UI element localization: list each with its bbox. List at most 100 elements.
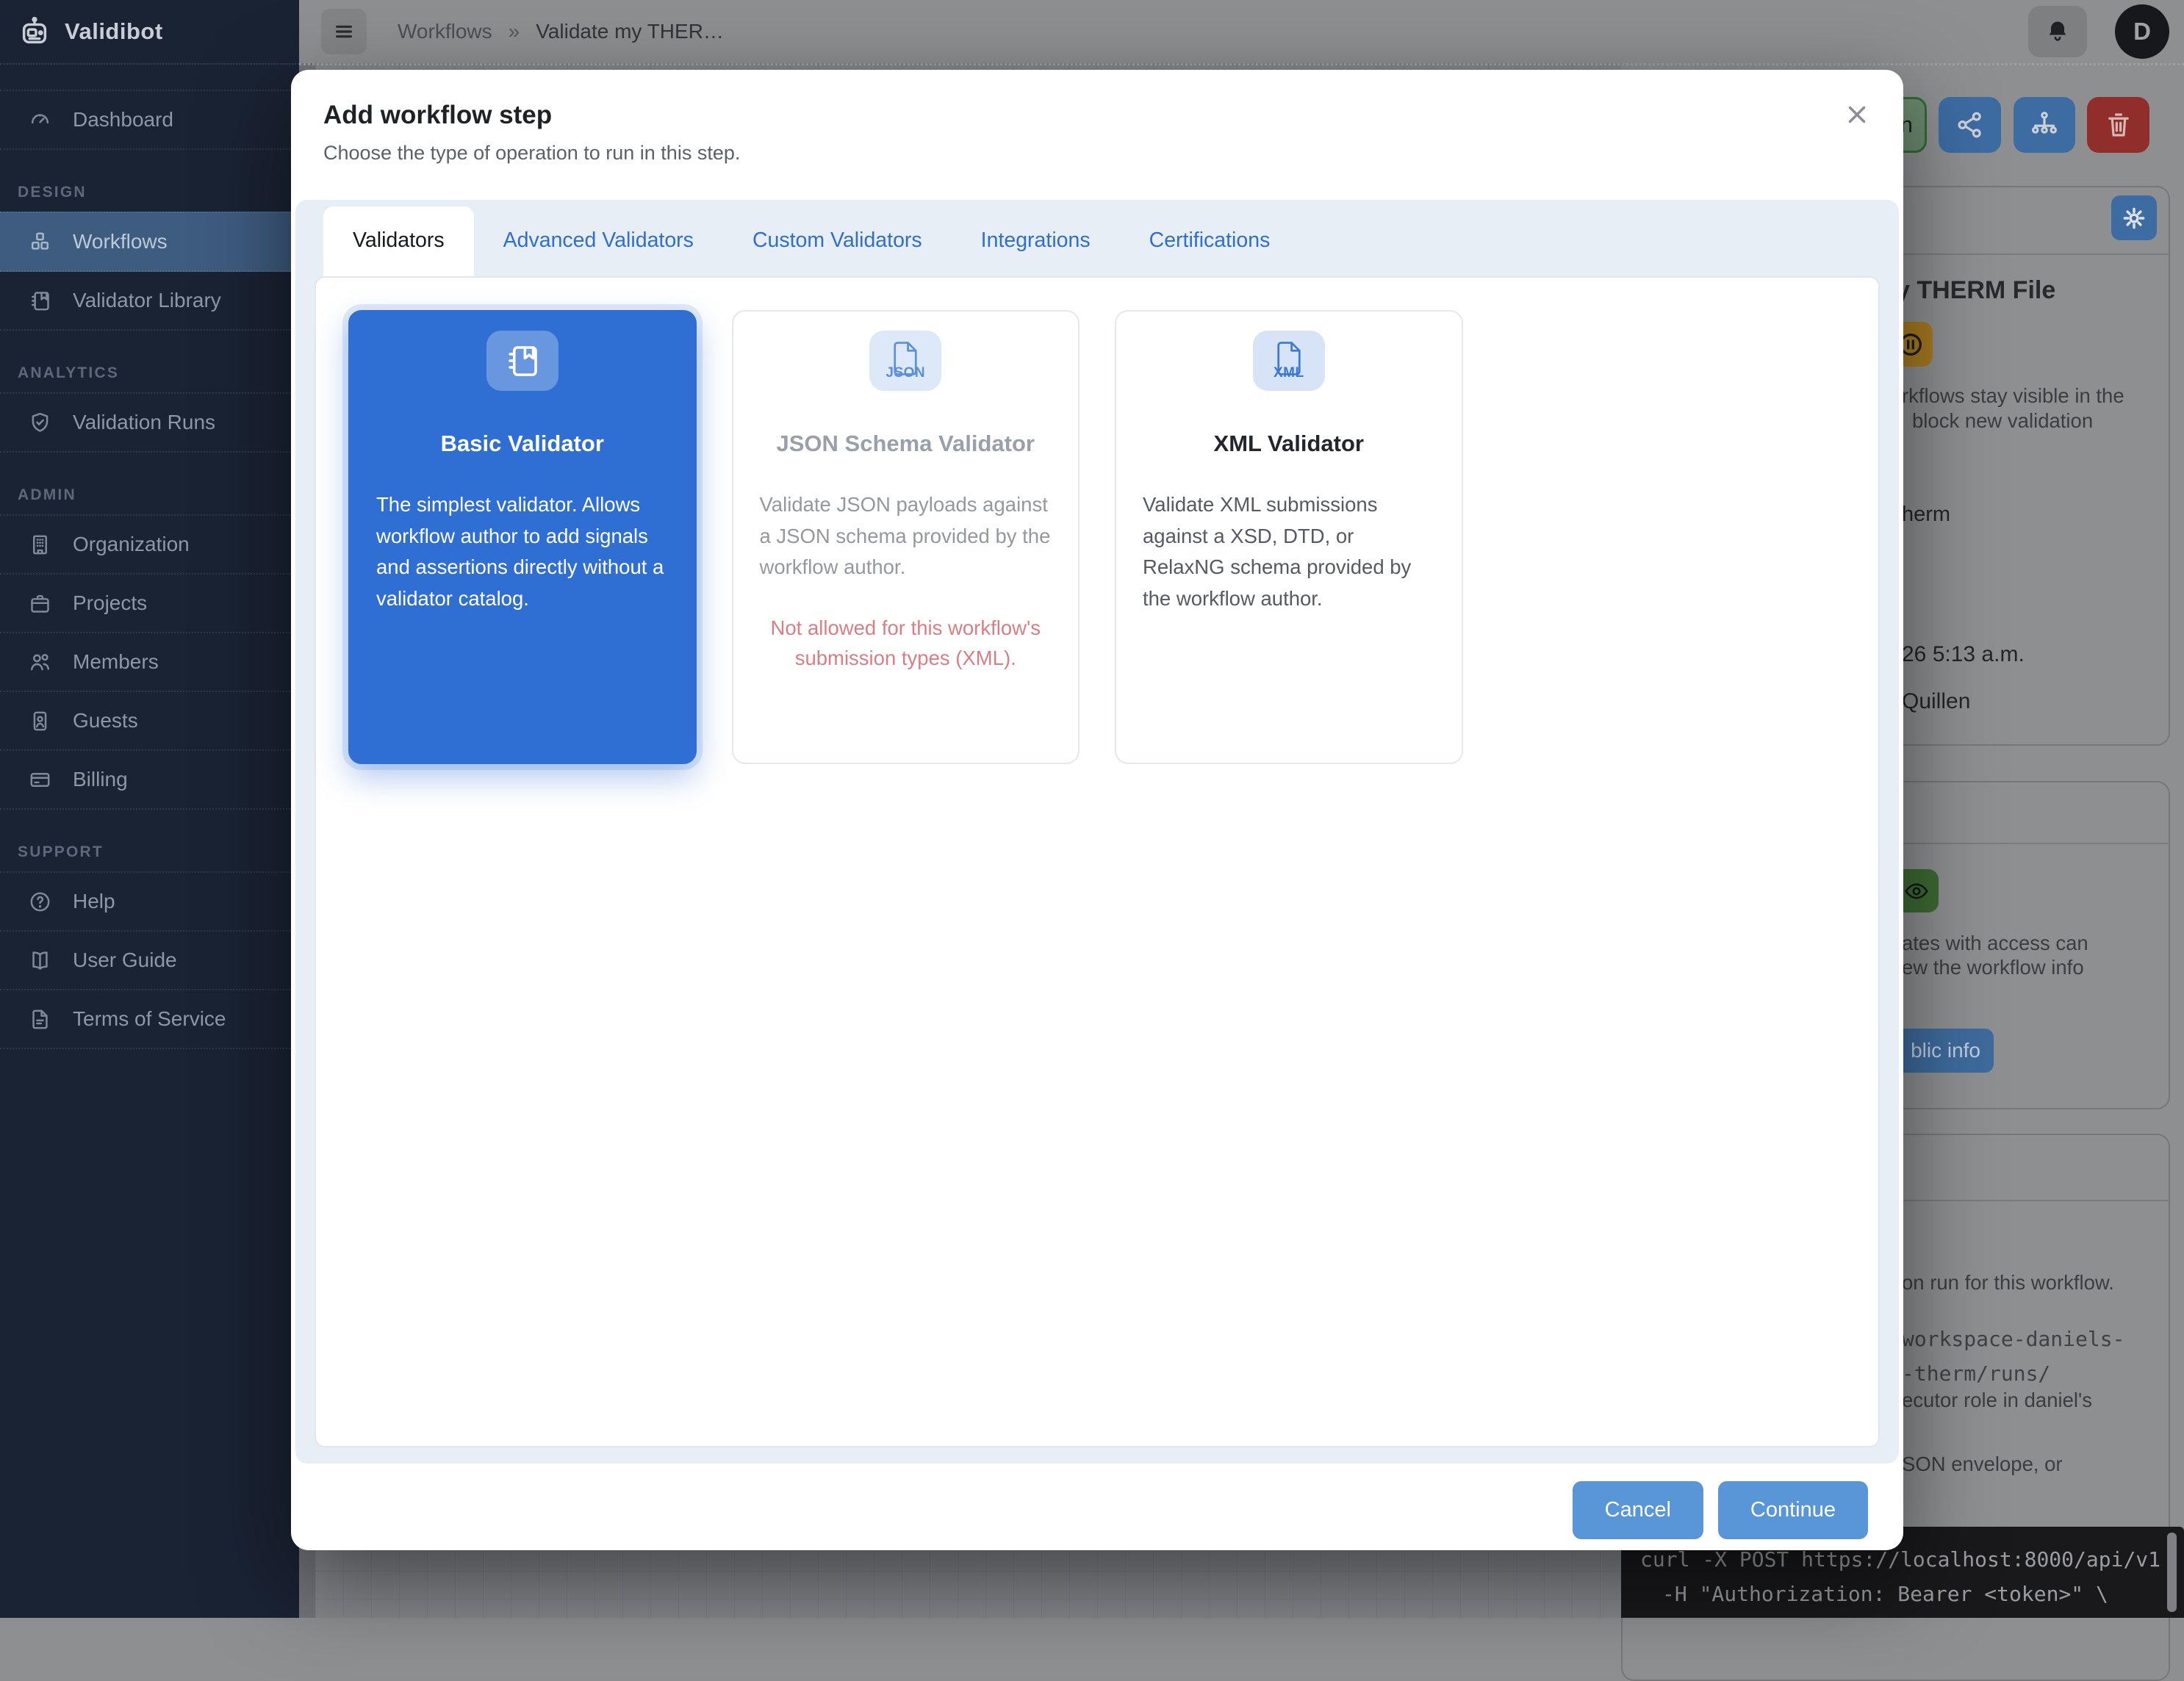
code-scrollbar[interactable] bbox=[2167, 1533, 2177, 1612]
sidebar-item-label: Validation Runs bbox=[73, 411, 215, 434]
breadcrumb-workflows[interactable]: Workflows bbox=[398, 20, 492, 43]
sidebar: Validibot Dashboard DESIGN Workflows Val… bbox=[0, 0, 299, 1618]
close-button[interactable] bbox=[1840, 98, 1874, 132]
sidebar-item-label: Help bbox=[73, 890, 115, 913]
workflow-updated-fragment: 26 5:13 a.m. bbox=[1902, 642, 2025, 667]
api-role-fragment: ecutor role in daniel's bbox=[1902, 1389, 2092, 1412]
hamburger-icon bbox=[332, 20, 356, 43]
share-nodes-icon bbox=[1955, 109, 1986, 140]
visibility-note-line2: block new validation bbox=[1912, 409, 2093, 433]
gear-icon bbox=[2120, 204, 2148, 232]
notifications-button[interactable] bbox=[2028, 6, 2087, 57]
xml-validator-tile: XML bbox=[1253, 331, 1325, 391]
xml-file-label: XML bbox=[1274, 365, 1304, 381]
tab-certifications[interactable]: Certifications bbox=[1120, 206, 1300, 276]
sidebar-item-organization[interactable]: Organization bbox=[0, 514, 299, 575]
users-icon bbox=[28, 650, 52, 674]
brand-name: Validibot bbox=[65, 18, 163, 45]
building-icon bbox=[28, 533, 52, 557]
sidebar-item-user-guide[interactable]: User Guide bbox=[0, 932, 299, 990]
sidebar-item-members[interactable]: Members bbox=[0, 633, 299, 692]
cubes-icon bbox=[28, 230, 52, 254]
sidebar-item-dashboard[interactable]: Dashboard bbox=[0, 90, 299, 150]
steps-button[interactable] bbox=[2014, 97, 2075, 153]
sidebar-item-validation-runs[interactable]: Validation Runs bbox=[0, 392, 299, 453]
validator-tabs: Validators Advanced Validators Custom Va… bbox=[315, 200, 1880, 276]
brand: Validibot bbox=[0, 0, 299, 65]
topbar-divider bbox=[299, 63, 2184, 65]
visibility-note-line1: rkflows stay visible in the bbox=[1902, 384, 2124, 408]
tab-custom-validators[interactable]: Custom Validators bbox=[723, 206, 952, 276]
workflow-title-fragment: y THERM File bbox=[1896, 276, 2055, 305]
sidebar-item-label: Dashboard bbox=[73, 108, 173, 132]
breadcrumb-current: Validate my THER… bbox=[536, 20, 724, 43]
sidebar-item-label: Terms of Service bbox=[73, 1007, 226, 1031]
basic-validator-card[interactable]: Basic Validator The simplest validator. … bbox=[348, 310, 697, 764]
workflow-owner-fragment: Quillen bbox=[1902, 689, 1970, 714]
cancel-button[interactable]: Cancel bbox=[1573, 1481, 1703, 1539]
sidebar-item-label: User Guide bbox=[73, 949, 177, 972]
menu-button[interactable] bbox=[321, 9, 367, 54]
sidebar-item-workflows[interactable]: Workflows bbox=[0, 212, 299, 272]
close-icon bbox=[1843, 101, 1871, 129]
json-schema-validator-card: JSON JSON Schema Validator Validate JSON… bbox=[732, 310, 1080, 764]
validator-card-disabled-note: Not allowed for this workflow's submissi… bbox=[752, 613, 1060, 674]
modal-title: Add workflow step bbox=[323, 101, 1871, 130]
curl-line-1: curl -X POST https://localhost:8000/api/… bbox=[1640, 1547, 2160, 1572]
sidebar-item-label: Workflows bbox=[73, 230, 168, 253]
sidebar-item-label: Projects bbox=[73, 591, 147, 615]
book-open-icon bbox=[28, 949, 52, 973]
help-circle-icon bbox=[28, 890, 52, 914]
credit-card-icon bbox=[28, 768, 52, 792]
delete-button[interactable] bbox=[2087, 97, 2149, 153]
sidebar-item-projects[interactable]: Projects bbox=[0, 575, 299, 633]
notebook-icon bbox=[28, 289, 52, 313]
api-path-fragment-2: -therm/runs/ bbox=[1902, 1361, 2050, 1386]
file-text-icon bbox=[28, 1007, 52, 1032]
share-button[interactable] bbox=[1939, 97, 2001, 153]
api-intro-fragment: on run for this workflow. bbox=[1902, 1271, 2114, 1295]
workflow-settings-button[interactable] bbox=[2111, 195, 2157, 240]
validator-card-title: Basic Validator bbox=[376, 431, 669, 457]
robot-logo-icon bbox=[18, 15, 51, 48]
sidebar-item-label: Members bbox=[73, 650, 159, 674]
validator-card-description: Validate JSON payloads against a JSON sc… bbox=[760, 489, 1052, 583]
modal-header: Add workflow step Choose the type of ope… bbox=[291, 70, 1903, 165]
sidebar-item-label: Billing bbox=[73, 768, 128, 791]
curl-line-2: -H "Authorization: Bearer <token>" \ bbox=[1662, 1582, 2108, 1606]
sidebar-item-guests[interactable]: Guests bbox=[0, 692, 299, 751]
breadcrumb: Workflows » Validate my THER… bbox=[398, 20, 724, 43]
modal-footer: Cancel Continue bbox=[291, 1464, 1903, 1539]
validator-card-description: Validate XML submissions against a XSD, … bbox=[1143, 489, 1435, 615]
xml-validator-card[interactable]: XML XML Validator Validate XML submissio… bbox=[1115, 310, 1463, 764]
basic-validator-tile bbox=[486, 331, 558, 391]
tab-validators[interactable]: Validators bbox=[323, 206, 474, 276]
validator-tabs-wrapper: Validators Advanced Validators Custom Va… bbox=[295, 200, 1899, 1464]
api-path-fragment-1: workspace-daniels- bbox=[1902, 1327, 2124, 1351]
shield-check-icon bbox=[28, 411, 52, 435]
workflow-slug-fragment: herm bbox=[1902, 503, 1950, 527]
continue-button[interactable]: Continue bbox=[1718, 1481, 1868, 1539]
top-bar: Workflows » Validate my THER… D bbox=[299, 0, 2184, 63]
sharing-line2: ew the workflow info bbox=[1902, 956, 2084, 979]
sidebar-item-validator-library[interactable]: Validator Library bbox=[0, 272, 299, 331]
gauge-icon bbox=[28, 108, 52, 132]
validator-card-grid: Basic Validator The simplest validator. … bbox=[348, 310, 1846, 764]
validator-card-title: XML Validator bbox=[1143, 431, 1435, 457]
sharing-line1: ates with access can bbox=[1902, 932, 2088, 955]
modal-subtitle: Choose the type of operation to run in t… bbox=[323, 142, 1871, 165]
eye-icon bbox=[1902, 877, 1931, 906]
breadcrumb-separator: » bbox=[509, 20, 520, 43]
add-workflow-step-modal: Add workflow step Choose the type of ope… bbox=[291, 70, 1903, 1550]
sidebar-item-terms-of-service[interactable]: Terms of Service bbox=[0, 990, 299, 1049]
bell-icon bbox=[2044, 18, 2071, 45]
tab-advanced-validators[interactable]: Advanced Validators bbox=[474, 206, 723, 276]
sidebar-item-label: Organization bbox=[73, 533, 190, 556]
sidebar-item-label: Validator Library bbox=[73, 289, 221, 312]
validator-card-title: JSON Schema Validator bbox=[760, 431, 1052, 457]
sidebar-section-analytics: ANALYTICS bbox=[18, 364, 299, 382]
sidebar-item-billing[interactable]: Billing bbox=[0, 751, 299, 810]
user-avatar[interactable]: D bbox=[2115, 4, 2169, 59]
tab-integrations[interactable]: Integrations bbox=[952, 206, 1120, 276]
sidebar-item-help[interactable]: Help bbox=[0, 871, 299, 932]
